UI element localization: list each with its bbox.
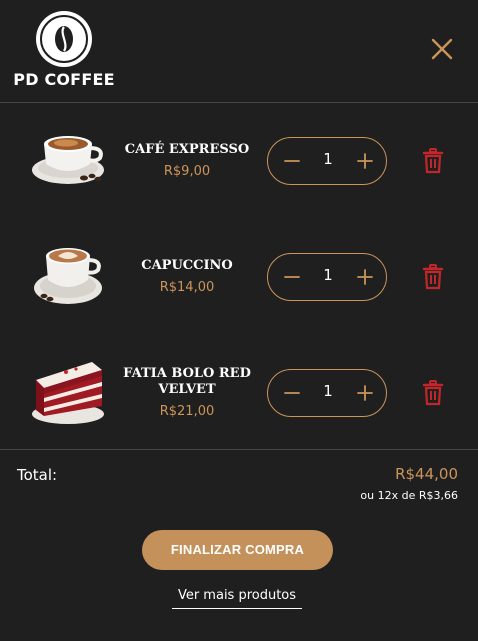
cart-item: CAFÉ EXPRESSO R$9,00 1 <box>0 122 478 222</box>
plus-icon[interactable] <box>353 265 377 289</box>
close-icon[interactable] <box>428 35 456 63</box>
item-name: CAFÉ EXPRESSO <box>124 142 250 157</box>
quantity-stepper: 1 <box>267 137 387 185</box>
capuccino-image <box>26 238 116 318</box>
checkout-button[interactable]: FINALIZAR COMPRA <box>142 530 333 570</box>
cart-item: FATIA BOLO RED VELVET R$21,00 1 <box>0 354 478 454</box>
item-name: FATIA BOLO RED VELVET <box>123 366 251 397</box>
trash-icon[interactable] <box>421 264 445 290</box>
quantity-value: 1 <box>323 266 333 284</box>
item-info: CAPUCCINO R$14,00 <box>122 258 252 295</box>
quantity-stepper: 1 <box>267 253 387 301</box>
more-products-link[interactable]: Ver mais produtos <box>172 588 302 609</box>
item-info: CAFÉ EXPRESSO R$9,00 <box>122 142 252 179</box>
brand-logo <box>36 11 92 67</box>
item-price: R$21,00 <box>159 404 215 419</box>
quantity-stepper: 1 <box>267 369 387 417</box>
cart-item: CAPUCCINO R$14,00 1 <box>0 238 478 338</box>
cart-header: PD COFFEE <box>0 0 478 103</box>
brand-name: PD COFFEE <box>13 70 115 89</box>
item-price: R$9,00 <box>163 164 211 179</box>
minus-icon[interactable] <box>280 149 304 173</box>
coffee-bean-icon <box>40 15 88 63</box>
plus-icon[interactable] <box>353 149 377 173</box>
quantity-value: 1 <box>323 382 333 400</box>
summary-divider <box>0 449 478 450</box>
trash-icon[interactable] <box>421 148 445 174</box>
espresso-image <box>26 122 116 202</box>
item-name: CAPUCCINO <box>141 258 233 273</box>
total-value: R$44,00 <box>395 465 458 483</box>
minus-icon[interactable] <box>280 265 304 289</box>
item-price: R$14,00 <box>159 280 215 295</box>
plus-icon[interactable] <box>353 381 377 405</box>
quantity-value: 1 <box>323 150 333 168</box>
minus-icon[interactable] <box>280 381 304 405</box>
total-label: Total: <box>17 466 58 484</box>
installments-text: ou 12x de R$3,66 <box>360 489 458 502</box>
red-velvet-cake-image <box>26 354 116 434</box>
item-info: FATIA BOLO RED VELVET R$21,00 <box>122 366 252 419</box>
trash-icon[interactable] <box>421 380 445 406</box>
